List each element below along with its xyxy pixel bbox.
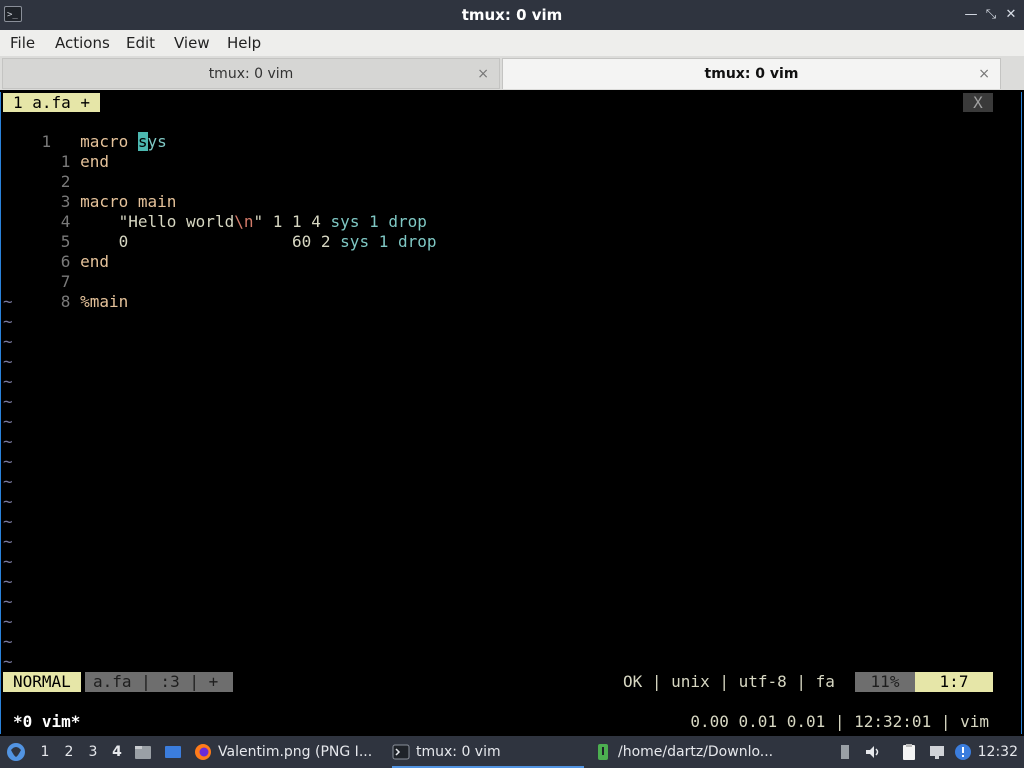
vim-file-info: OK | unix | utf-8 | fa: [623, 672, 835, 691]
tilde-line: ~: [3, 292, 13, 311]
vim-mode: NORMAL: [3, 672, 81, 692]
terminal-tabs: tmux: 0 vim × tmux: 0 vim ×: [0, 56, 1024, 90]
tab-2-label: tmux: 0 vim: [704, 66, 799, 82]
code-text: %main: [80, 292, 129, 311]
firefox-icon: [195, 744, 211, 760]
task-firefox[interactable]: Valentim.png (PNG I...: [194, 738, 384, 766]
vim-tab-close[interactable]: X: [963, 93, 993, 112]
tilde-line: ~: [3, 472, 13, 491]
tmux-statusbar: *0 vim* 0.00 0.01 0.01 | 12:32:01 | vim: [3, 712, 1019, 732]
show-desktop-icon[interactable]: [164, 743, 182, 761]
tab-2[interactable]: tmux: 0 vim ×: [502, 58, 1001, 89]
clock[interactable]: 12:32: [978, 736, 1018, 768]
volume-icon[interactable]: [864, 743, 882, 761]
update-notifier-icon[interactable]: [954, 743, 972, 761]
task-terminal-label: /home/dartz/Downlo...: [618, 744, 774, 760]
menu-actions[interactable]: Actions: [55, 34, 110, 52]
vim-statusline: NORMAL a.fa | :3 | + OK | unix | utf-8 |…: [3, 672, 993, 692]
start-menu-icon[interactable]: [6, 742, 26, 762]
code-text: end: [80, 252, 109, 271]
code-line: 7: [3, 252, 71, 291]
tilde-line: ~: [3, 632, 13, 651]
vim-context: a.fa | :3 | +: [85, 672, 233, 692]
tilde-line: ~: [3, 532, 13, 551]
task-tmux-label: tmux: 0 vim: [416, 744, 501, 760]
desktop-1[interactable]: 1: [34, 736, 56, 768]
terminal-area[interactable]: 1 a.fa + X 1 macro sys 1 end 2 3 macro m…: [0, 92, 1022, 734]
code-line: 2: [3, 152, 71, 191]
desktop-2[interactable]: 2: [58, 736, 80, 768]
tilde-line: ~: [3, 572, 13, 591]
close-icon[interactable]: ✕: [1002, 6, 1020, 24]
text-cursor: s: [137, 132, 148, 151]
tilde-line: ~: [3, 312, 13, 331]
menu-view[interactable]: View: [174, 34, 210, 52]
clipboard-icon[interactable]: [900, 743, 918, 761]
tilde-line: ~: [3, 492, 13, 511]
tab-1[interactable]: tmux: 0 vim ×: [2, 58, 500, 89]
terminal-icon: [392, 744, 410, 760]
menu-help[interactable]: Help: [227, 34, 261, 52]
tilde-line: ~: [3, 392, 13, 411]
desktop-3[interactable]: 3: [82, 736, 104, 768]
identifier: ys: [147, 132, 167, 151]
window-title: tmux: 0 vim: [461, 6, 563, 24]
scroll-icon[interactable]: [836, 743, 854, 761]
tilde-line: ~: [3, 372, 13, 391]
code-line: 5 0 60 2 sys 1 drop: [3, 212, 437, 251]
vim-tab-active[interactable]: 1 a.fa +: [3, 93, 101, 112]
tilde-line: ~: [3, 612, 13, 631]
tilde-line: ~: [3, 352, 13, 371]
desktop-4[interactable]: 4: [106, 736, 128, 768]
code-line: 1 end: [3, 132, 109, 171]
terminal-icon: [598, 744, 608, 760]
code-line: 6 end: [3, 232, 109, 271]
code-text: end: [80, 152, 109, 171]
numbers: 0 60 2: [80, 232, 341, 251]
call: sys 1 drop: [340, 232, 437, 251]
restore-icon[interactable]: ⤡: [982, 6, 1000, 24]
vim-cursor-position: 1:7: [915, 672, 993, 692]
tmux-status-right: 0.00 0.01 0.01 | 12:32:01 | vim: [690, 712, 989, 731]
taskbar: 1 2 3 4 Valentim.png (PNG I... tmux: 0 v…: [0, 736, 1024, 768]
code-line: 1 macro sys: [3, 112, 167, 151]
tilde-line: ~: [3, 652, 13, 671]
task-tmux[interactable]: tmux: 0 vim: [392, 738, 584, 768]
window-titlebar[interactable]: >_ tmux: 0 vim — ⤡ ✕: [0, 0, 1024, 30]
code-line: 4 "Hello world\n" 1 1 4 sys 1 drop: [3, 192, 427, 231]
tilde-line: ~: [3, 332, 13, 351]
tilde-line: ~: [3, 412, 13, 431]
tilde-line: ~: [3, 452, 13, 471]
task-terminal-downloads[interactable]: /home/dartz/Downlo...: [594, 738, 784, 766]
tab-1-label: tmux: 0 vim: [208, 66, 294, 82]
tab-2-close-icon[interactable]: ×: [978, 59, 990, 90]
tmux-window[interactable]: *0 vim*: [13, 712, 80, 732]
code-line: 3 macro main: [3, 172, 177, 211]
tab-1-close-icon[interactable]: ×: [477, 59, 489, 90]
tilde-line: ~: [3, 592, 13, 611]
menubar: File Actions Edit View Help: [0, 30, 1024, 57]
task-firefox-label: Valentim.png (PNG I...: [218, 744, 373, 760]
line-number: 8: [41, 292, 71, 311]
code-line: 8 %main: [3, 272, 128, 311]
tilde-line: ~: [3, 552, 13, 571]
menu-file[interactable]: File: [10, 34, 35, 52]
tilde-line: ~: [3, 432, 13, 451]
minimize-icon[interactable]: —: [962, 6, 980, 24]
network-icon[interactable]: [928, 743, 946, 761]
tilde-line: ~: [3, 512, 13, 531]
file-manager-icon[interactable]: [134, 743, 152, 761]
menu-edit[interactable]: Edit: [126, 34, 155, 52]
vim-percent: 11%: [855, 672, 915, 692]
